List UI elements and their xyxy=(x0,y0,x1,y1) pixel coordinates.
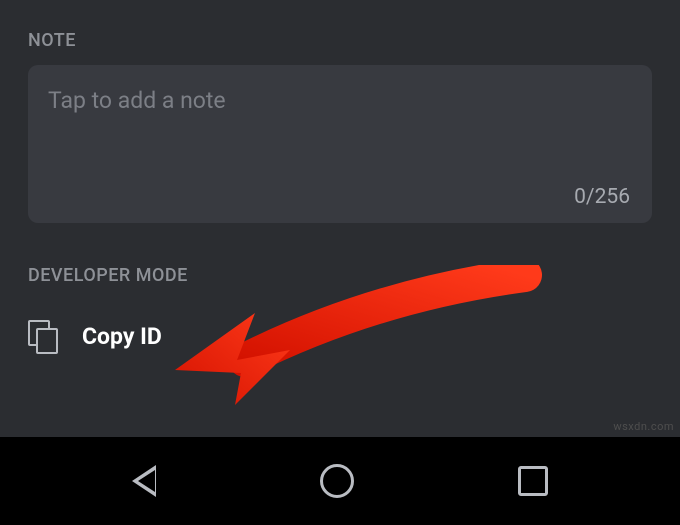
developer-mode-section-header: DEVELOPER MODE xyxy=(28,223,652,314)
copy-icon xyxy=(28,320,60,352)
copy-id-label: Copy ID xyxy=(82,323,162,350)
note-char-counter: 0/256 xyxy=(574,185,630,209)
note-section-header: NOTE xyxy=(28,0,652,65)
nav-home-button[interactable] xyxy=(320,464,354,498)
note-input[interactable]: Tap to add a note 0/256 xyxy=(28,65,652,223)
nav-back-button[interactable] xyxy=(132,465,156,497)
nav-recent-button[interactable] xyxy=(518,466,548,496)
copy-id-button[interactable]: Copy ID xyxy=(28,314,652,358)
watermark: wsxdn.com xyxy=(613,420,674,433)
note-placeholder: Tap to add a note xyxy=(48,87,632,114)
android-nav-bar xyxy=(0,437,680,525)
